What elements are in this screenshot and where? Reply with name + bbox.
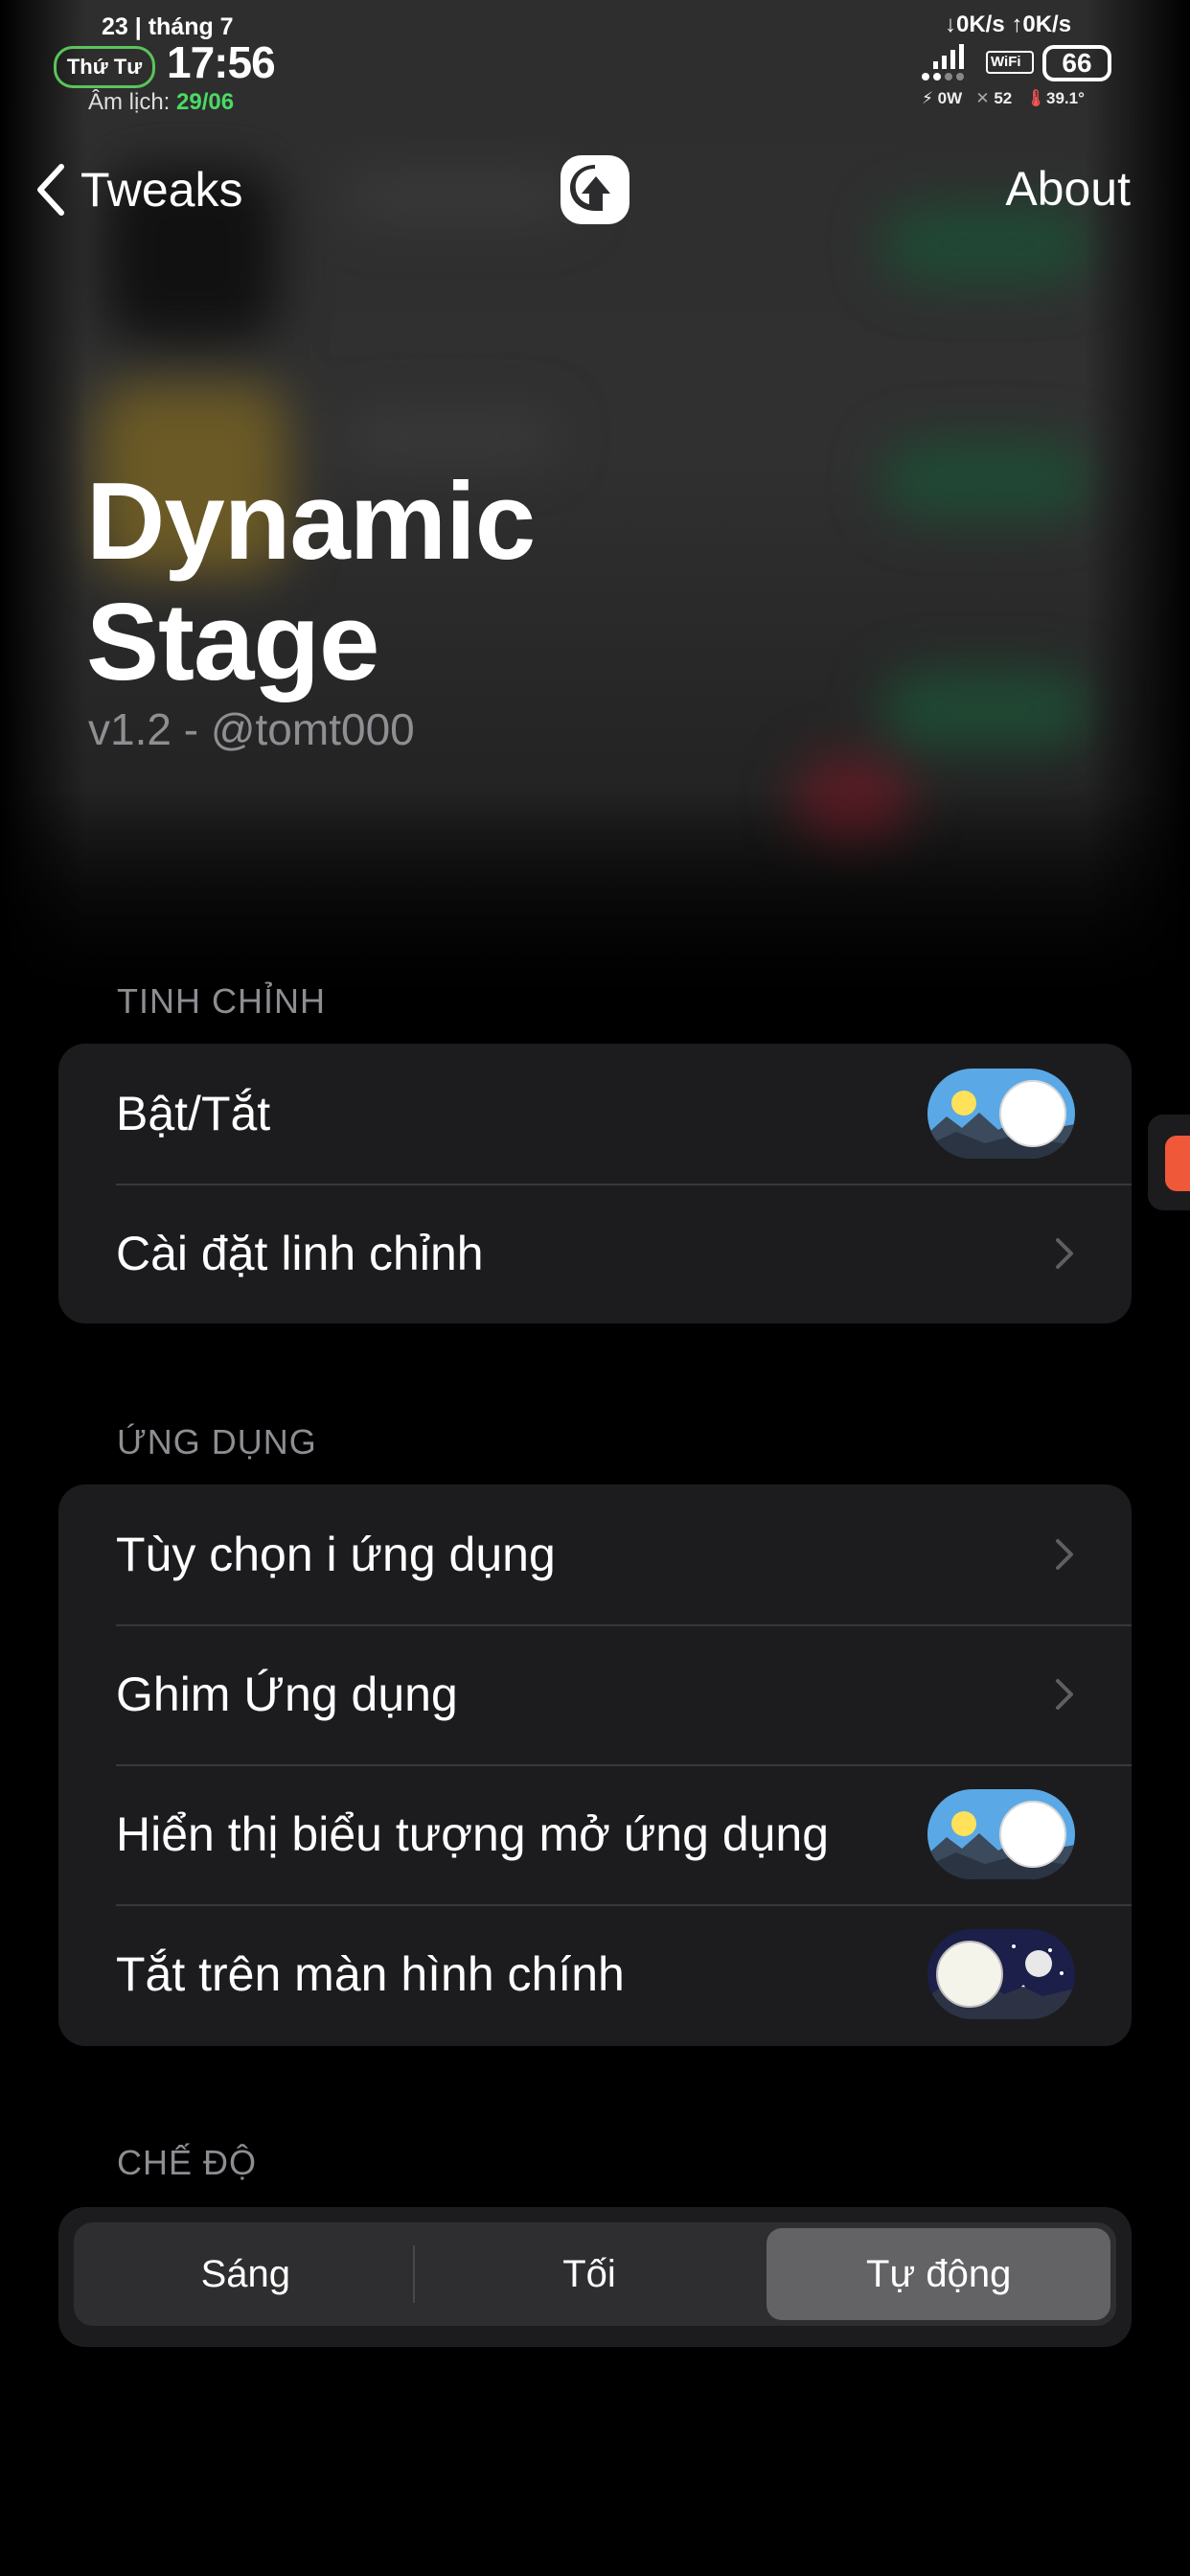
power-readout: ⚡ 0W — [922, 89, 963, 107]
section-label-mode: CHẾ ĐỘ — [117, 2143, 258, 2182]
status-extra: ⚡ 0W ✕ 52 🌡39.1° — [922, 89, 1085, 108]
chevron-right-icon — [1056, 1238, 1073, 1269]
version-subtitle: v1.2 - @tomt000 — [88, 704, 415, 754]
status-weekday-badge: Thứ Tư — [54, 46, 155, 88]
disable-homescreen-toggle[interactable] — [927, 1929, 1075, 2019]
disable-homescreen-label: Tắt trên màn hình chính — [116, 1947, 625, 2001]
segment-dark[interactable]: Tối — [418, 2222, 762, 2326]
chevron-right-icon — [1056, 1679, 1073, 1710]
app-options-label: Tùy chọn i ứng dụng — [116, 1528, 556, 1581]
chevron-right-icon — [1056, 1539, 1073, 1570]
app-logo-icon — [561, 155, 629, 224]
wifi-label: WiFi — [991, 54, 1021, 70]
tweak-settings-label: Cài đặt linh chỉnh — [116, 1227, 484, 1280]
about-button[interactable]: About — [1005, 161, 1131, 217]
back-button[interactable]: Tweaks — [34, 161, 243, 218]
app-options-row[interactable]: Tùy chọn i ứng dụng — [58, 1484, 1132, 1624]
mode-group: Sáng Tối Tự động — [58, 2207, 1132, 2347]
tweak-settings-row[interactable]: Cài đặt linh chỉnh — [58, 1184, 1132, 1323]
enable-row: Bật/Tắt — [58, 1044, 1132, 1184]
section-label-tweak: TINH CHỈNH — [117, 981, 326, 1021]
side-drawer-tab[interactable] — [1148, 1115, 1190, 1210]
segment-auto[interactable]: Tự động — [767, 2228, 1111, 2320]
segment-divider — [413, 2245, 415, 2303]
tweak-group: Bật/Tắt Cài đặt linh chỉnh — [58, 1044, 1132, 1323]
title-line-2: Stage — [86, 582, 379, 703]
thermometer-icon: 🌡 — [1025, 89, 1047, 107]
page-title: Dynamic Stage — [86, 461, 536, 703]
chevron-left-icon — [37, 164, 64, 216]
status-lunar-date: Âm lịch: 29/06 — [88, 89, 234, 116]
segment-light[interactable]: Sáng — [74, 2222, 418, 2326]
battery-percent: 66 — [1062, 48, 1092, 78]
pin-apps-row[interactable]: Ghim Ứng dụng — [58, 1624, 1132, 1764]
show-open-icon-toggle[interactable] — [927, 1789, 1075, 1879]
appearance-segmented-control: Sáng Tối Tự động — [74, 2222, 1116, 2326]
status-bar: 23 | tháng 7 Thứ Tư 17:56 Âm lịch: 29/06… — [0, 0, 1190, 125]
night-toggle-icon — [927, 1929, 1075, 2019]
enable-toggle[interactable] — [927, 1069, 1075, 1159]
enable-label: Bật/Tắt — [116, 1087, 271, 1140]
show-open-icon-row: Hiển thị biểu tượng mở ứng dụng — [58, 1764, 1132, 1904]
brightness-icon: ✕ — [975, 89, 990, 107]
show-open-icon-label: Hiển thị biểu tượng mở ứng dụng — [116, 1807, 830, 1861]
status-indicators: WiFi 66 — [920, 44, 1121, 82]
temperature-readout: 39.1° — [1046, 89, 1085, 107]
lunar-value: 29/06 — [176, 89, 235, 115]
back-label: Tweaks — [80, 163, 243, 217]
network-speed: ↓0K/s ↑0K/s — [945, 12, 1072, 37]
day-toggle-icon — [927, 1069, 1075, 1159]
lunar-label: Âm lịch: — [88, 89, 171, 115]
day-toggle-icon — [927, 1789, 1075, 1879]
apps-group: Tùy chọn i ứng dụng Ghim Ứng dụng Hiển t… — [58, 1484, 1132, 2046]
status-time: 17:56 — [167, 37, 276, 87]
title-line-1: Dynamic — [86, 461, 536, 583]
brightness-readout: 52 — [994, 89, 1013, 107]
disable-homescreen-row: Tắt trên màn hình chính — [58, 1904, 1132, 2044]
pin-apps-label: Ghim Ứng dụng — [116, 1668, 458, 1721]
section-label-apps: ỨNG DỤNG — [117, 1422, 317, 1461]
